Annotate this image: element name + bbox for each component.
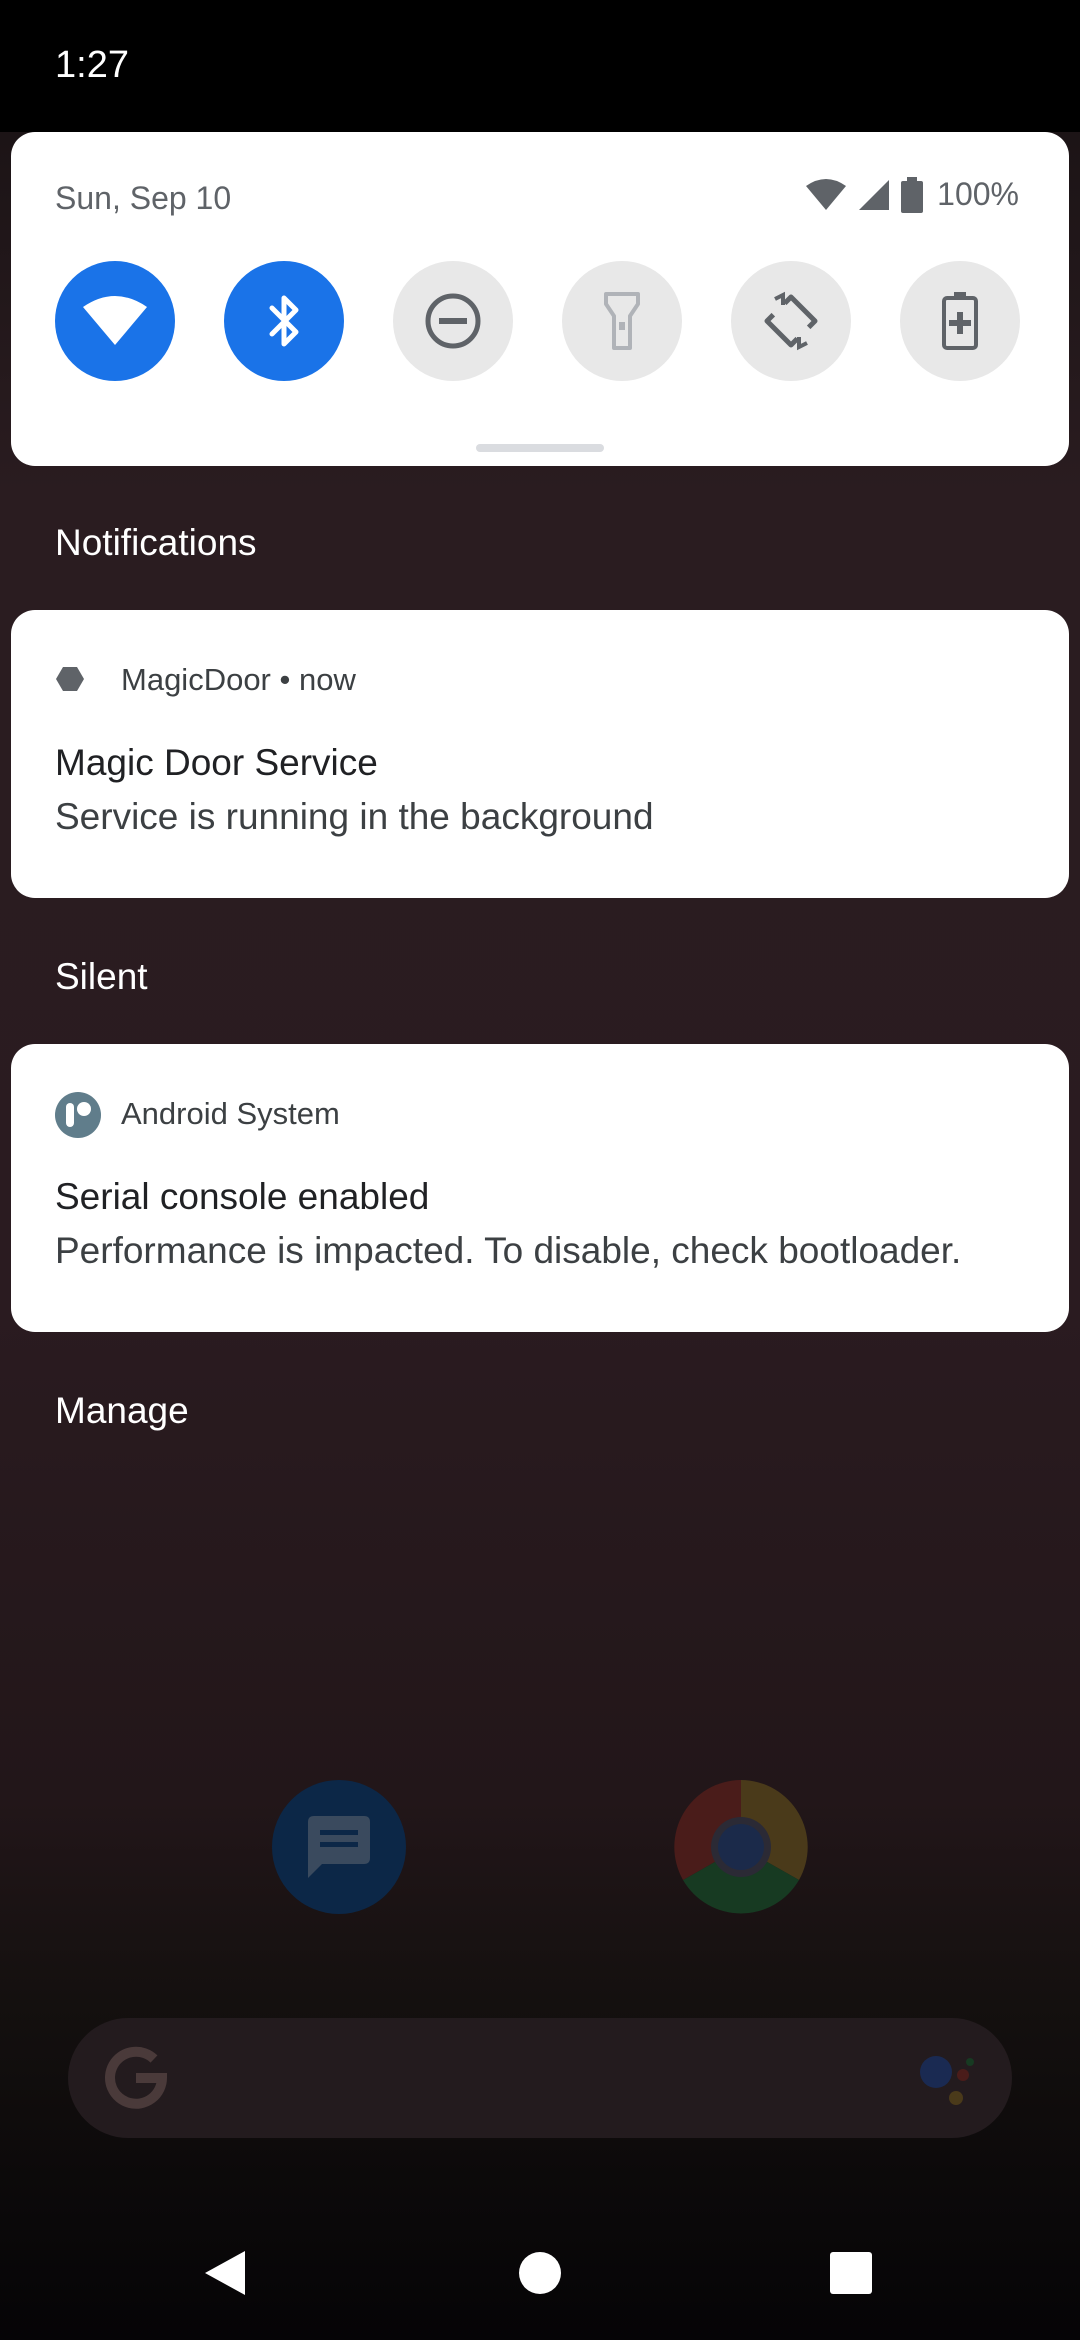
magicdoor-app-icon <box>56 667 84 691</box>
status-clock: 1:27 <box>55 44 129 86</box>
silent-header: Silent <box>55 956 148 997</box>
notification-text: Service is running in the background <box>55 796 654 837</box>
messages-icon <box>308 1816 370 1878</box>
battery-percentage: 100% <box>937 176 1019 212</box>
wifi-icon <box>83 296 147 345</box>
recents-button[interactable] <box>826 2248 876 2298</box>
notifications-header: Notifications <box>55 522 257 563</box>
assistant-icon <box>920 2056 974 2105</box>
battery-saver-icon <box>942 292 978 350</box>
auto-rotate-tile[interactable] <box>731 261 851 381</box>
auto-rotate-icon <box>764 291 818 351</box>
wifi-tile[interactable] <box>55 261 175 381</box>
search-bar <box>68 2018 1012 2138</box>
cell-signal-icon <box>859 179 890 210</box>
back-icon <box>205 2251 245 2295</box>
manage-button[interactable]: Manage <box>55 1390 189 1432</box>
battery-icon <box>901 176 924 213</box>
bluetooth-icon <box>269 295 299 347</box>
notification-app-label: MagicDoor <box>121 662 271 697</box>
google-logo-icon <box>105 2046 168 2109</box>
status-bar: 1:27 <box>0 0 1080 132</box>
chrome-icon <box>674 1780 808 1914</box>
do-not-disturb-tile[interactable] <box>393 261 513 381</box>
qs-date[interactable]: Sun, Sep 10 <box>55 180 231 217</box>
battery-saver-tile[interactable] <box>900 261 1020 381</box>
notification-time: now <box>298 662 356 697</box>
do-not-disturb-icon <box>425 293 481 349</box>
qs-drag-handle[interactable] <box>476 444 604 452</box>
chrome-app <box>674 1780 808 1914</box>
notification-card-magicdoor[interactable]: MagicDoor • now Magic Door Service Servi… <box>11 610 1069 898</box>
notification-title: Serial console enabled <box>55 1176 430 1217</box>
notification-app-name: MagicDoor • now <box>121 662 356 698</box>
back-button[interactable] <box>200 2248 250 2298</box>
home-button[interactable] <box>515 2248 565 2298</box>
notification-app-label: Android System <box>121 1096 340 1131</box>
messages-app <box>272 1780 406 1914</box>
bluetooth-tile[interactable] <box>224 261 344 381</box>
notification-title: Magic Door Service <box>55 742 378 783</box>
flashlight-tile[interactable] <box>562 261 682 381</box>
notification-separator: • <box>279 662 299 697</box>
qs-status-icons: 100% <box>805 176 1019 213</box>
notification-card-android-system[interactable]: Android System Serial console enabled Pe… <box>11 1044 1069 1332</box>
quick-settings-panel: Sun, Sep 10 100% <box>11 132 1069 466</box>
wifi-signal-icon <box>806 178 847 210</box>
notification-text: Performance is impacted. To disable, che… <box>55 1230 962 1271</box>
home-icon <box>519 2252 561 2294</box>
android-system-icon <box>55 1092 101 1138</box>
flashlight-icon <box>604 292 640 350</box>
recents-icon <box>830 2252 872 2294</box>
